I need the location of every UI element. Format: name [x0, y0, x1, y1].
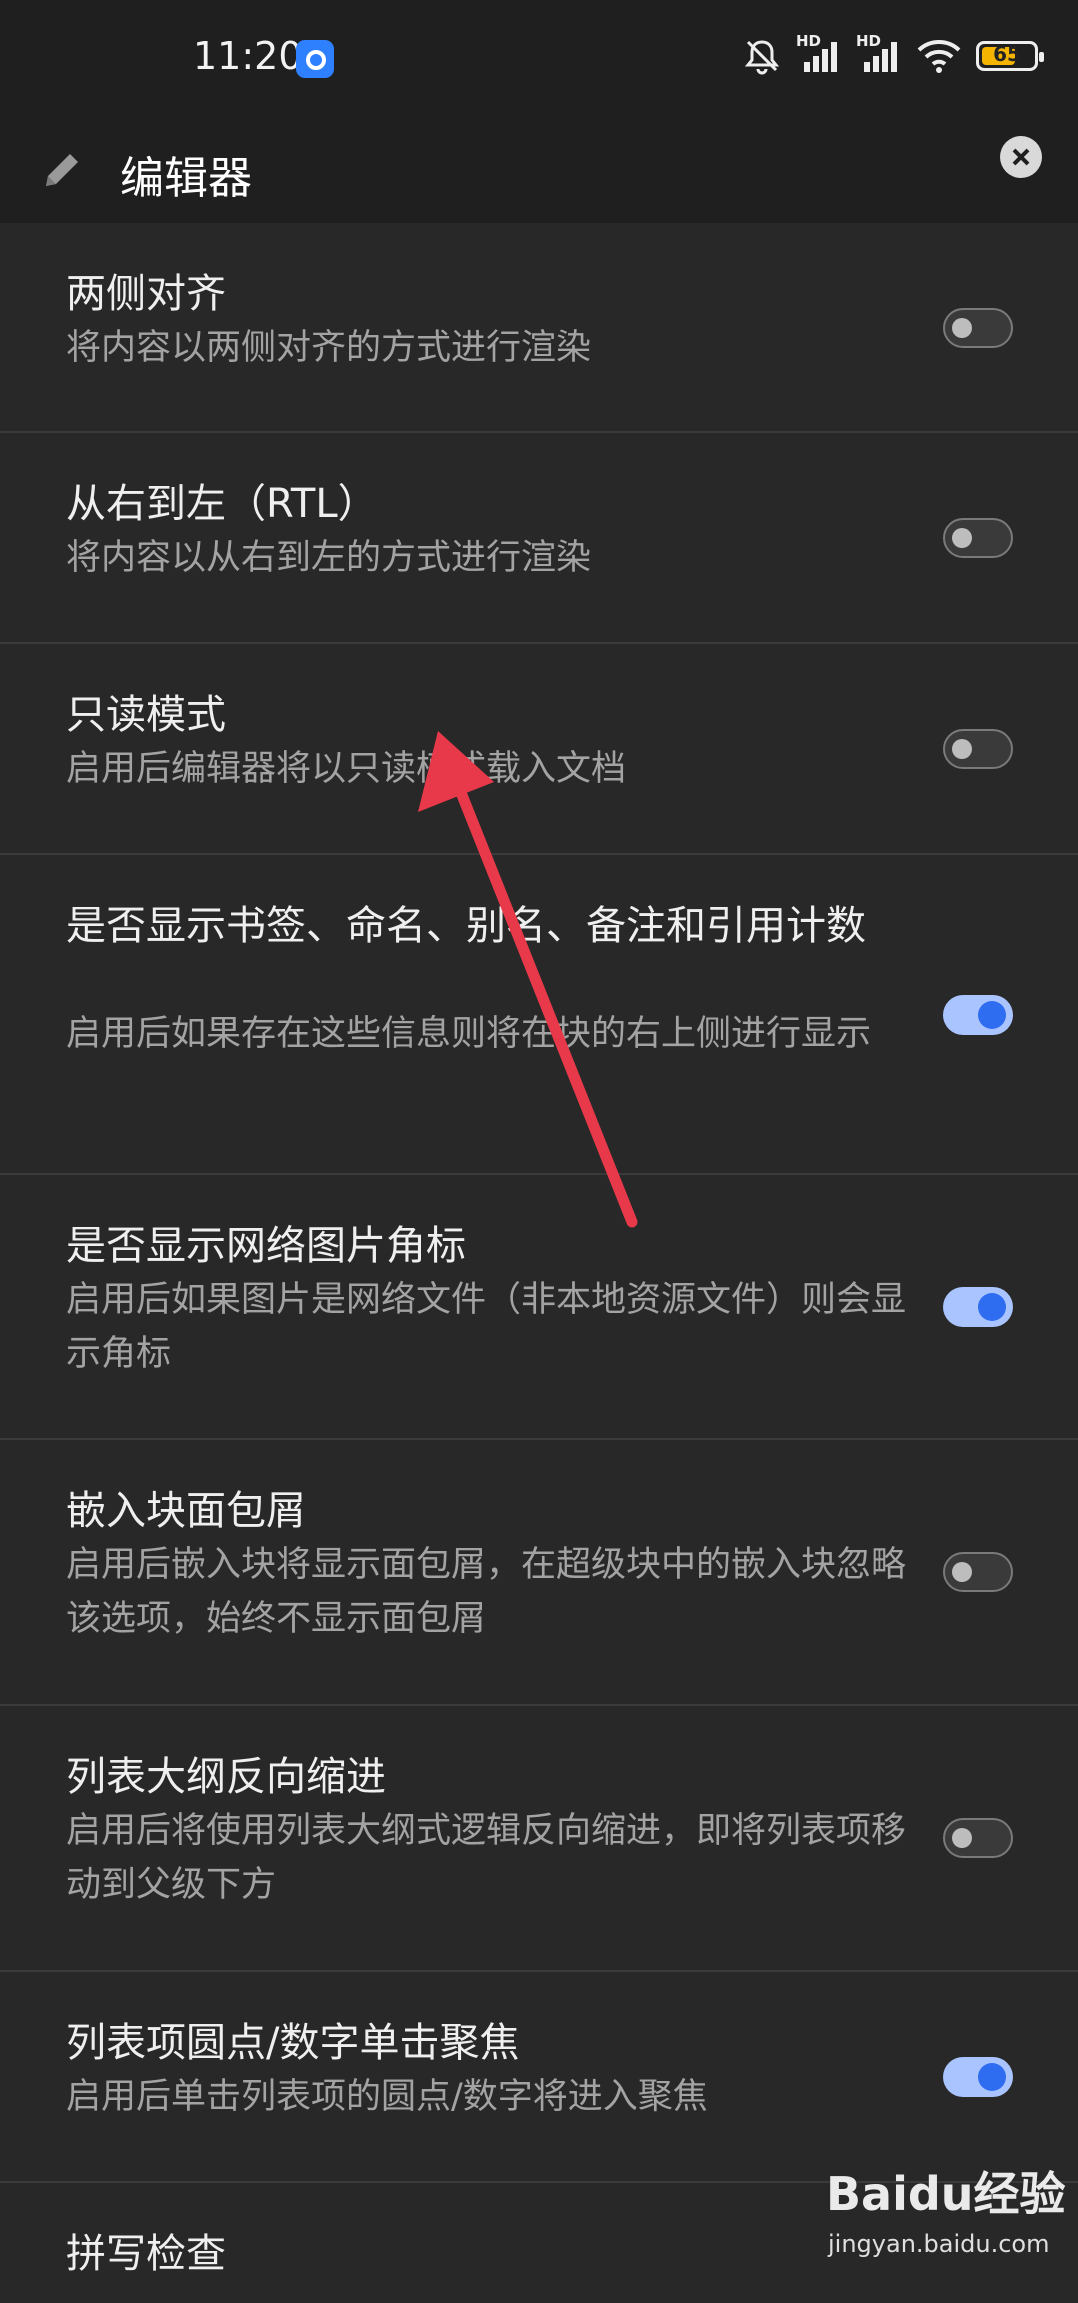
toggle-readonly[interactable] — [943, 729, 1013, 769]
setting-title: 拼写检查 — [66, 2231, 226, 2277]
setting-description: 将内容以从右到左的方式进行渲染 — [66, 538, 592, 578]
page-title: 编辑器 — [120, 153, 252, 204]
setting-row-list-dot-focus: 列表项圆点/数字单击聚焦 启用后单击列表项的圆点/数字将进入聚焦 — [0, 1972, 1078, 2183]
setting-title: 两侧对齐 — [66, 271, 226, 317]
wifi-icon — [917, 40, 961, 73]
setting-row-justify: 两侧对齐 将内容以两侧对齐的方式进行渲染 — [0, 223, 1078, 433]
setting-row-readonly: 只读模式 启用后编辑器将以只读模式载入文档 — [0, 644, 1078, 855]
watermark-brand: Baidu经验 — [826, 2167, 1066, 2221]
battery-level: 65 — [993, 42, 1021, 66]
battery-icon: 65 — [976, 41, 1044, 71]
close-icon — [1012, 148, 1030, 166]
signal-2-icon: HD — [856, 32, 902, 74]
toggle-list-outline[interactable] — [943, 1818, 1013, 1858]
watermark-url: jingyan.baidu.com — [828, 2230, 1050, 2258]
setting-description: 启用后将使用列表大纲式逻辑反向缩进，即将列表项移动到父级下方 — [66, 1811, 907, 1905]
status-icons: HD HD 65 — [742, 32, 1044, 76]
toggle-network-image-badge[interactable] — [943, 1287, 1013, 1327]
setting-description: 启用后编辑器将以只读模式载入文档 — [66, 749, 627, 789]
status-bar: 11:20 HD HD 65 — [0, 0, 1078, 120]
toggle-bookmarks[interactable] — [943, 995, 1013, 1035]
baidu-watermark: Baidu经验 jingyan.baidu.com — [826, 2158, 1066, 2278]
status-time: 11:20 — [193, 34, 303, 78]
setting-description: 启用后单击列表项的圆点/数字将进入聚焦 — [66, 2077, 708, 2117]
signal-1-icon: HD — [796, 32, 842, 74]
setting-title: 嵌入块面包屑 — [66, 1488, 306, 1534]
app-notification-icon — [296, 40, 334, 78]
setting-title: 列表项圆点/数字单击聚焦 — [66, 2020, 520, 2066]
setting-description: 启用后如果图片是网络文件（非本地资源文件）则会显示角标 — [66, 1280, 907, 1374]
setting-row-embed-breadcrumb: 嵌入块面包屑 启用后嵌入块将显示面包屑，在超级块中的嵌入块忽略该选项，始终不显示… — [0, 1440, 1078, 1706]
toggle-list-dot-focus[interactable] — [943, 2057, 1013, 2097]
toggle-embed-breadcrumb[interactable] — [943, 1552, 1013, 1592]
setting-title: 从右到左（RTL） — [66, 481, 378, 527]
settings-list: 两侧对齐 将内容以两侧对齐的方式进行渲染 从右到左（RTL） 将内容以从右到左的… — [0, 223, 1078, 2303]
close-button[interactable] — [1000, 136, 1042, 178]
setting-title: 是否显示网络图片角标 — [66, 1223, 466, 1269]
setting-row-network-image-badge: 是否显示网络图片角标 启用后如果图片是网络文件（非本地资源文件）则会显示角标 — [0, 1175, 1078, 1440]
mute-notification-icon — [744, 40, 780, 75]
toggle-justify[interactable] — [943, 308, 1013, 348]
toggle-rtl[interactable] — [943, 518, 1013, 558]
setting-row-rtl: 从右到左（RTL） 将内容以从右到左的方式进行渲染 — [0, 433, 1078, 644]
setting-title: 是否显示书签、命名、别名、备注和引用计数 — [66, 903, 866, 949]
setting-row-bookmarks: 是否显示书签、命名、别名、备注和引用计数 启用后如果存在这些信息则将在块的右上侧… — [0, 855, 1078, 1175]
setting-description: 将内容以两侧对齐的方式进行渲染 — [66, 328, 592, 368]
pencil-icon — [46, 154, 78, 186]
editor-header: 编辑器 — [0, 120, 1078, 223]
setting-row-list-outline: 列表大纲反向缩进 启用后将使用列表大纲式逻辑反向缩进，即将列表项移动到父级下方 — [0, 1706, 1078, 1972]
setting-description: 启用后嵌入块将显示面包屑，在超级块中的嵌入块忽略该选项，始终不显示面包屑 — [66, 1545, 907, 1639]
setting-title: 只读模式 — [66, 692, 226, 738]
setting-description: 启用后如果存在这些信息则将在块的右上侧进行显示 — [66, 1014, 872, 1054]
setting-title: 列表大纲反向缩进 — [66, 1754, 386, 1800]
